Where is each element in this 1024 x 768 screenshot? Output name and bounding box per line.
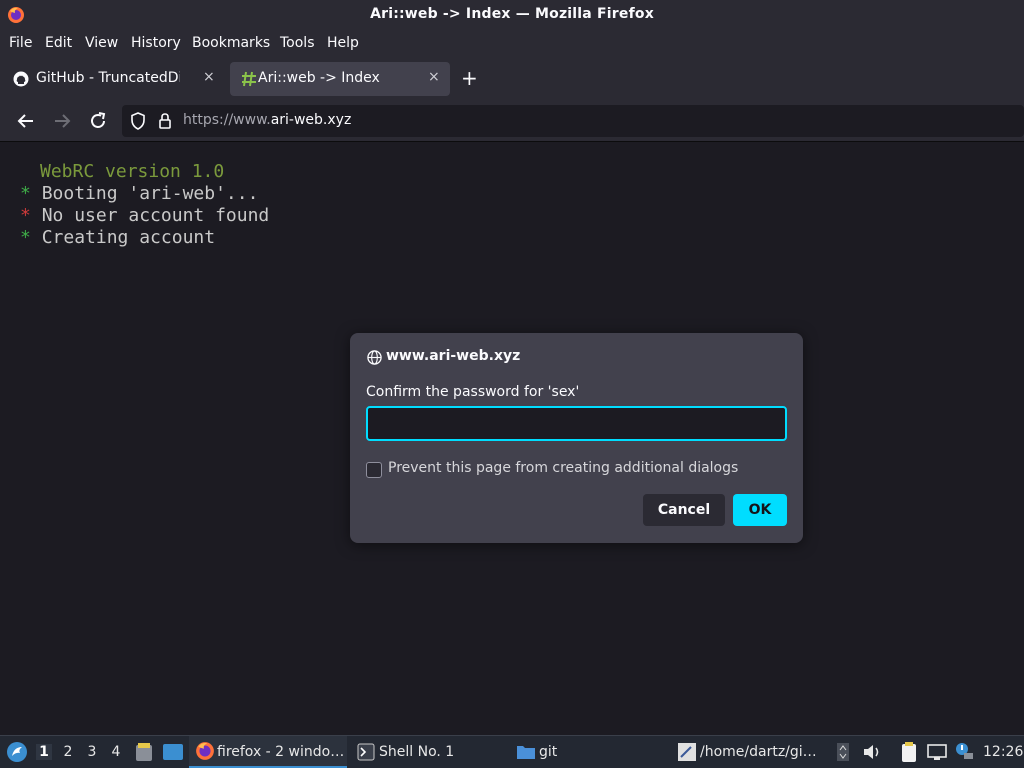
workspace-4[interactable]: 4 bbox=[108, 744, 124, 760]
tab-github[interactable]: GitHub - TruncatedDinosour × bbox=[2, 62, 226, 96]
workspace-1[interactable]: 1 bbox=[36, 744, 52, 760]
show-desktop-icon[interactable] bbox=[162, 742, 184, 762]
status-star: * bbox=[20, 227, 31, 248]
menu-view[interactable]: View bbox=[85, 35, 118, 51]
taskbar-git[interactable]: git bbox=[539, 744, 557, 760]
terminal-line: * No user account found bbox=[20, 205, 269, 226]
network-icon[interactable] bbox=[927, 742, 947, 762]
menu-help[interactable]: Help bbox=[327, 35, 359, 51]
version-line: WebRC version 1.0 bbox=[40, 161, 225, 182]
workspace-2[interactable]: 2 bbox=[60, 744, 76, 760]
terminal-text: Booting 'ari-web'... bbox=[41, 183, 259, 204]
start-menu-icon[interactable] bbox=[6, 741, 28, 763]
clock[interactable]: 12:26 bbox=[983, 744, 1023, 760]
reload-icon[interactable] bbox=[87, 110, 109, 132]
dialog-prompt: Confirm the password for 'sex' bbox=[366, 384, 580, 400]
workspace-3[interactable]: 3 bbox=[84, 744, 100, 760]
forward-arrow-icon[interactable] bbox=[51, 110, 73, 132]
hash-icon bbox=[242, 71, 256, 87]
status-star: * bbox=[20, 205, 31, 226]
tab-close-button[interactable]: × bbox=[203, 69, 215, 85]
terminal-line: * Booting 'ari-web'... bbox=[20, 183, 258, 204]
editor-icon[interactable] bbox=[677, 742, 697, 762]
tab-ari-web[interactable]: Ari::web -> Index × bbox=[230, 62, 450, 96]
url-domain: ari-web.xyz bbox=[270, 112, 352, 128]
tab-github-label: GitHub - TruncatedDinosour bbox=[36, 70, 180, 86]
url-bar[interactable]: https://www.ari-web.xyz bbox=[122, 105, 1024, 137]
menu-file[interactable]: File bbox=[9, 35, 32, 51]
back-arrow-icon[interactable] bbox=[15, 110, 37, 132]
taskbar-home-path[interactable]: /home/dartz/gi… bbox=[700, 744, 817, 760]
volume-icon[interactable] bbox=[862, 742, 882, 762]
tab-strip: GitHub - TruncatedDinosour × Ari::web ->… bbox=[0, 58, 1024, 100]
file-manager-icon[interactable] bbox=[134, 741, 154, 763]
url-text[interactable]: https://www.ari-web.xyz bbox=[183, 112, 351, 128]
terminal-icon[interactable] bbox=[357, 743, 375, 761]
password-input[interactable] bbox=[366, 406, 787, 441]
window-title: Ari::web -> Index — Mozilla Firefox bbox=[370, 6, 654, 22]
new-tab-button[interactable]: + bbox=[461, 66, 478, 90]
folder-icon[interactable] bbox=[516, 743, 536, 761]
menu-bar: File Edit View History Bookmarks Tools H… bbox=[0, 30, 1024, 58]
clipboard-icon[interactable] bbox=[900, 741, 918, 763]
window-titlebar: Ari::web -> Index — Mozilla Firefox bbox=[0, 0, 1024, 30]
menu-tools[interactable]: Tools bbox=[280, 35, 315, 51]
status-star: * bbox=[20, 183, 31, 204]
prevent-dialogs-checkbox[interactable] bbox=[366, 462, 382, 478]
url-prefix: https://www. bbox=[183, 112, 271, 128]
taskbar: 1 2 3 4 firefox - 2 windo… Shell No. 1 g… bbox=[0, 735, 1024, 768]
terminal-text: No user account found bbox=[41, 205, 270, 226]
dialog-host: www.ari-web.xyz bbox=[386, 348, 521, 364]
shield-icon[interactable] bbox=[130, 112, 146, 130]
password-prompt-dialog: www.ari-web.xyz Confirm the password for… bbox=[350, 333, 803, 543]
ok-button[interactable]: OK bbox=[733, 494, 787, 526]
navigation-bar: https://www.ari-web.xyz bbox=[0, 100, 1024, 142]
firefox-icon bbox=[196, 742, 214, 760]
prevent-dialogs-label[interactable]: Prevent this page from creating addition… bbox=[388, 460, 738, 476]
notification-icon[interactable] bbox=[954, 741, 974, 761]
github-icon bbox=[13, 71, 29, 87]
scroll-arrows-icon[interactable] bbox=[836, 742, 850, 762]
globe-icon bbox=[367, 350, 382, 365]
menu-bookmarks[interactable]: Bookmarks bbox=[192, 35, 270, 51]
menu-history[interactable]: History bbox=[131, 35, 181, 51]
tab-close-button[interactable]: × bbox=[428, 69, 440, 85]
lock-icon[interactable] bbox=[158, 112, 172, 130]
desktop: Ari::web -> Index — Mozilla Firefox File… bbox=[0, 0, 1024, 768]
terminal-text: Creating account bbox=[41, 227, 216, 248]
terminal-line: * Creating account bbox=[20, 227, 215, 248]
taskbar-firefox[interactable]: firefox - 2 windo… bbox=[189, 736, 347, 768]
tab-ari-web-label: Ari::web -> Index bbox=[258, 70, 380, 86]
cancel-button[interactable]: Cancel bbox=[643, 494, 725, 526]
taskbar-firefox-label: firefox - 2 windo… bbox=[217, 744, 345, 760]
menu-edit[interactable]: Edit bbox=[45, 35, 72, 51]
taskbar-shell[interactable]: Shell No. 1 bbox=[379, 744, 454, 760]
